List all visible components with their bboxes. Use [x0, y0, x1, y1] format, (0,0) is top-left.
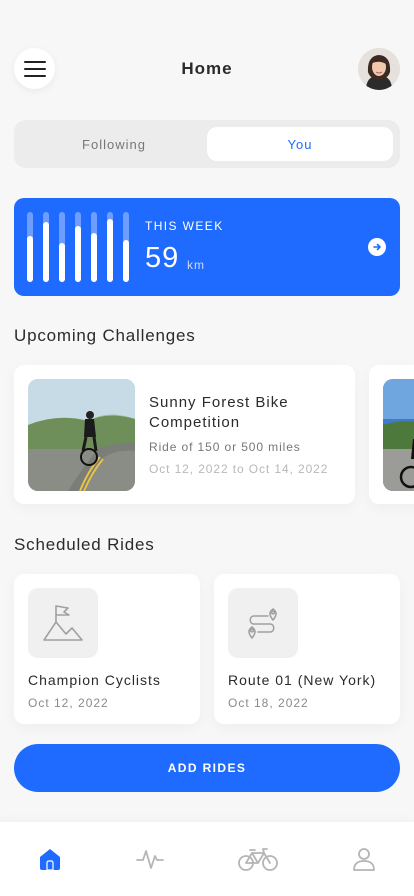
- avatar[interactable]: [358, 48, 400, 90]
- section-title-challenges: Upcoming Challenges: [14, 326, 196, 345]
- arrow-right-icon[interactable]: [368, 238, 386, 256]
- week-day-bar-fill: [107, 219, 113, 282]
- week-distance-value: 59: [145, 242, 180, 274]
- add-rides-button[interactable]: ADD RIDES: [14, 744, 400, 792]
- challenge-name: Sunny Forest Bike Competition: [149, 394, 289, 431]
- week-day-bar-fill: [123, 240, 129, 282]
- week-day-bar: [27, 212, 33, 282]
- ride-date: Oct 18, 2022: [228, 696, 309, 710]
- activity-icon[interactable]: [130, 844, 170, 874]
- mountain-flag-icon: [28, 588, 98, 658]
- tab-you[interactable]: You: [207, 127, 393, 161]
- week-day-bar: [75, 212, 81, 282]
- bottom-tab-bar: [0, 822, 414, 896]
- page-title: Home: [181, 59, 233, 78]
- challenge-card-next[interactable]: [369, 365, 414, 504]
- challenge-card[interactable]: Sunny Forest Bike Competition Ride of 15…: [14, 365, 355, 504]
- bike-icon[interactable]: [238, 844, 278, 874]
- challenge-image: [28, 379, 135, 491]
- route-icon: [228, 588, 298, 658]
- challenge-dates: Oct 12, 2022 to Oct 14, 2022: [149, 462, 329, 476]
- header: Home: [14, 48, 400, 90]
- weekly-bars: [27, 212, 137, 282]
- week-day-bar: [123, 212, 129, 282]
- profile-icon[interactable]: [344, 844, 384, 874]
- challenge-image: [383, 379, 414, 491]
- ride-date: Oct 12, 2022: [28, 696, 109, 710]
- weekly-summary-card[interactable]: THIS WEEK 59 km: [14, 198, 400, 296]
- ride-name: Route 01 (New York): [228, 672, 377, 688]
- tab-following[interactable]: Following: [21, 127, 207, 161]
- week-day-bar: [43, 212, 49, 282]
- week-day-bar-fill: [75, 226, 81, 282]
- ride-name: Champion Cyclists: [28, 672, 161, 688]
- week-day-bar-fill: [91, 233, 97, 282]
- segment-control: Following You: [14, 120, 400, 168]
- ride-card[interactable]: Route 01 (New York) Oct 18, 2022: [214, 574, 400, 724]
- week-day-bar: [107, 212, 113, 282]
- challenge-description: Ride of 150 or 500 miles: [149, 440, 301, 454]
- home-icon[interactable]: [30, 844, 70, 874]
- week-day-bar-fill: [59, 243, 65, 282]
- week-day-bar: [59, 212, 65, 282]
- ride-card[interactable]: Champion Cyclists Oct 12, 2022: [14, 574, 200, 724]
- week-label: THIS WEEK: [145, 219, 224, 233]
- week-distance-unit: km: [187, 258, 205, 272]
- week-day-bar-fill: [27, 236, 33, 282]
- week-day-bar-fill: [43, 222, 49, 282]
- section-title-rides: Scheduled Rides: [14, 535, 155, 554]
- week-day-bar: [91, 212, 97, 282]
